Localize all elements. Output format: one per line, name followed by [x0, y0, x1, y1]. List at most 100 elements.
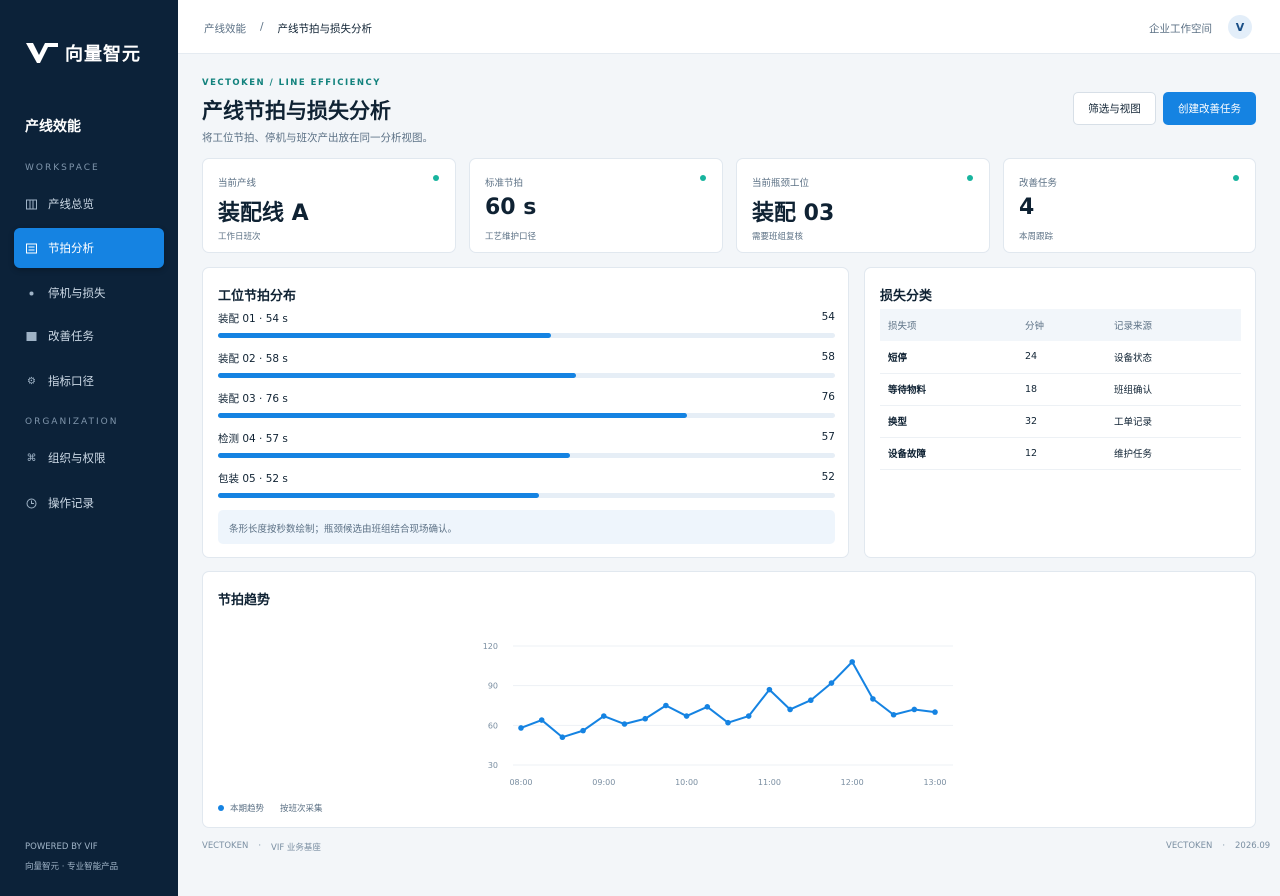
- create-task-button[interactable]: 创建改善任务: [1163, 92, 1256, 125]
- kpi-label: 当前产线: [218, 178, 257, 189]
- bar-track: [218, 493, 835, 498]
- chart-legend: 本期趋势 按班次采集: [218, 802, 323, 814]
- distribution-note: 条形长度按秒数绘制；瓶颈候选由班组结合现场确认。: [218, 510, 835, 544]
- column-header: 记录来源: [1106, 309, 1241, 341]
- data-point: [663, 702, 669, 709]
- status-dot: [967, 175, 973, 181]
- kpi-sub: 工作日班次: [218, 232, 261, 242]
- bar-fill: [218, 493, 539, 498]
- breadcrumb-current: 产线节拍与损失分析: [277, 23, 373, 35]
- grid-icon: [26, 331, 37, 342]
- breadcrumb-root[interactable]: 产线效能: [204, 21, 246, 36]
- section-organization: ORGANIZATION: [25, 417, 119, 427]
- x-tick-label: 11:00: [758, 778, 781, 787]
- footer-left: VECTOKEN · VIF 业务基座: [202, 841, 321, 853]
- loss-category-card: 损失分类 损失项 分钟 记录来源 短停 24 设备状态 等待物料 18 班组确认…: [864, 267, 1256, 558]
- sidebar-item-label: 改善任务: [48, 329, 94, 343]
- loss-source: 维护任务: [1106, 437, 1241, 470]
- kpi-value: 60 s: [485, 195, 537, 220]
- topbar: 产线效能 / 产线节拍与损失分析 企业工作空间 V: [178, 0, 1280, 54]
- gear-icon: ⚙: [27, 375, 36, 387]
- data-point: [808, 697, 814, 704]
- loss-minutes: 24: [1017, 341, 1106, 374]
- filter-view-button[interactable]: 筛选与视图: [1073, 92, 1156, 125]
- kpi-label: 标准节拍: [485, 178, 524, 189]
- station-label: 装配 03 · 76 s: [218, 393, 288, 405]
- status-dot: [700, 175, 706, 181]
- card-title: 损失分类: [880, 289, 933, 304]
- brand-name: 向量智元: [65, 44, 141, 65]
- data-point: [621, 721, 628, 727]
- kpi-card-tasks: 改善任务 4 本周跟踪: [1003, 158, 1256, 253]
- loss-minutes: 18: [1017, 373, 1106, 406]
- data-point: [911, 706, 918, 713]
- data-point: [559, 734, 566, 741]
- footer-separator: ·: [1222, 841, 1226, 851]
- loss-minutes: 12: [1017, 437, 1106, 470]
- workspace-switcher[interactable]: 企业工作空间: [1149, 21, 1212, 36]
- data-point: [601, 713, 607, 719]
- command-icon: ⌘: [26, 452, 37, 464]
- bar-fill: [218, 333, 552, 338]
- data-point: [932, 709, 938, 715]
- page-subtitle: 将工位节拍、停机与班次产出放在同一分析视图。: [202, 132, 433, 144]
- data-point: [828, 680, 835, 686]
- station-label: 装配 01 · 54 s: [218, 313, 288, 325]
- bar-fill: [218, 453, 570, 458]
- columns-icon: [26, 199, 37, 210]
- sidebar-item-label: 操作记录: [48, 496, 94, 510]
- footer-date: 2026.09: [1235, 841, 1271, 851]
- kpi-value: 装配 03: [752, 201, 835, 226]
- card-title: 工位节拍分布: [218, 289, 297, 304]
- legend-note: 按班次采集: [280, 804, 323, 814]
- kpi-sub: 本周跟踪: [1019, 232, 1054, 242]
- loss-item: 换型: [880, 405, 1017, 438]
- footer-platform: VIF 业务基座: [271, 843, 321, 853]
- kpi-sub: 工艺维护口径: [485, 232, 537, 242]
- bar-track: [218, 373, 835, 378]
- data-point: [870, 696, 876, 702]
- station-bar-row: 包装 05 · 52 s 52: [218, 471, 835, 503]
- kpi-card-line: 当前产线 装配线 A 工作日班次: [202, 158, 456, 253]
- x-tick-label: 13:00: [923, 778, 946, 787]
- kpi-card-bottleneck: 当前瓶颈工位 装配 03 需要班组复核: [736, 158, 990, 253]
- sidebar-item-tasks[interactable]: 改善任务: [14, 316, 164, 356]
- sidebar-item-logs[interactable]: 操作记录: [14, 483, 164, 523]
- vectoken-logo-icon: [26, 43, 58, 63]
- bar-fill: [218, 373, 576, 378]
- station-value: 57: [821, 431, 835, 443]
- table-row[interactable]: 换型 32 工单记录: [880, 405, 1241, 438]
- kpi-label: 改善任务: [1019, 178, 1058, 189]
- data-point: [642, 715, 648, 722]
- sidebar-item-overview[interactable]: 产线总览: [14, 184, 164, 224]
- column-header: 分钟: [1017, 309, 1106, 341]
- table-header-row: 损失项 分钟 记录来源: [880, 309, 1241, 341]
- page-eyebrow: VECTOKEN / LINE EFFICIENCY: [202, 78, 381, 88]
- kpi-value: 4: [1019, 195, 1035, 220]
- table-row[interactable]: 等待物料 18 班组确认: [880, 373, 1241, 406]
- sidebar-item-downtime[interactable]: 停机与损失: [14, 273, 164, 313]
- dot-icon: [26, 288, 37, 299]
- table-row[interactable]: 短停 24 设备状态: [880, 341, 1241, 374]
- avatar[interactable]: V: [1228, 15, 1252, 39]
- x-tick-label: 10:00: [675, 778, 698, 787]
- table-row[interactable]: 设备故障 12 维护任务: [880, 437, 1241, 470]
- loss-source: 设备状态: [1106, 341, 1241, 374]
- station-bar-row: 装配 03 · 76 s 76: [218, 391, 835, 423]
- sidebar-item-metrics[interactable]: ⚙ 指标口径: [14, 361, 164, 401]
- kpi-label: 当前瓶颈工位: [752, 178, 810, 189]
- data-point: [849, 659, 855, 665]
- x-tick-label: 09:00: [592, 778, 615, 787]
- brand-logo[interactable]: 向量智元: [25, 40, 141, 66]
- kpi-sub: 需要班组复核: [752, 232, 804, 242]
- sidebar-item-cycle-analysis[interactable]: 节拍分析: [14, 228, 164, 268]
- data-point: [538, 717, 545, 723]
- sidebar-item-label: 指标口径: [48, 374, 94, 388]
- loss-item: 短停: [880, 341, 1017, 374]
- cycle-distribution-card: 工位节拍分布 装配 01 · 54 s 54 装配 02 · 58 s 58 装配 03…: [202, 267, 849, 558]
- powered-by: POWERED BY VIF: [25, 842, 98, 852]
- footer-separator: ·: [258, 841, 262, 851]
- kpi-value: 装配线 A: [218, 201, 309, 226]
- sidebar-item-org[interactable]: ⌘ 组织与权限: [14, 438, 164, 478]
- loss-item: 等待物料: [880, 373, 1017, 406]
